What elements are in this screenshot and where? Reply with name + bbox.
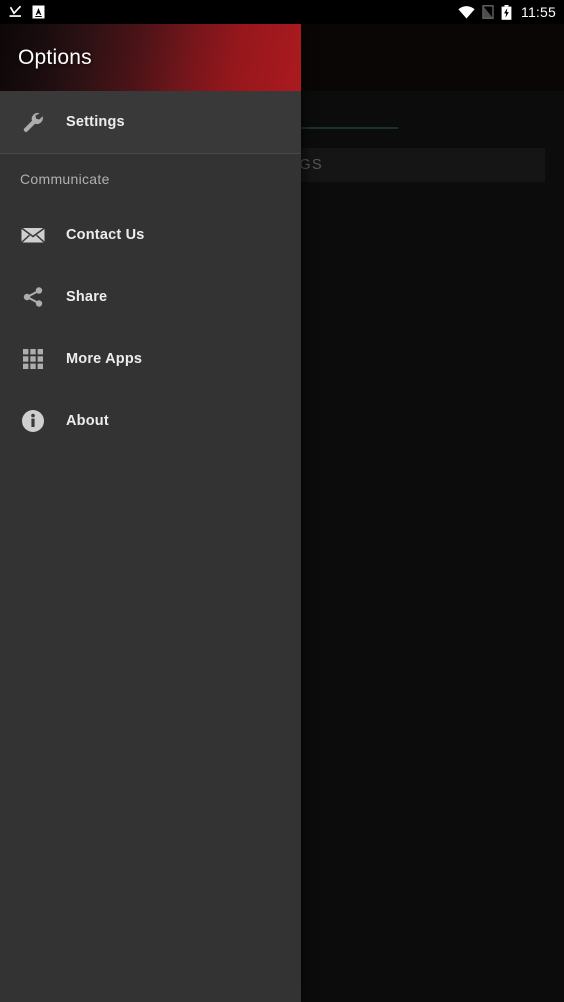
- drawer-item-settings-label: Settings: [66, 114, 125, 130]
- status-bar-left-icons: [8, 0, 45, 24]
- android-screen: 11:55 R TO PROCEED SETTINGS Options Sett…: [0, 0, 564, 1002]
- download-complete-icon: [8, 5, 23, 20]
- drawer-item-more-apps[interactable]: More Apps: [0, 328, 301, 390]
- no-sim-icon: [482, 5, 494, 19]
- drawer-item-about[interactable]: About: [0, 390, 301, 452]
- drawer-header: Options: [0, 24, 301, 91]
- drawer-title: Options: [18, 45, 92, 69]
- battery-charging-icon: [501, 4, 512, 20]
- navigation-drawer: Options Settings Communicate Contact Us …: [0, 24, 301, 1002]
- drawer-section-label: Communicate: [20, 171, 110, 187]
- drawer-item-about-label: About: [66, 413, 109, 429]
- drawer-item-share[interactable]: Share: [0, 266, 301, 328]
- drawer-item-contact-us-label: Contact Us: [66, 227, 145, 243]
- drawer-section-communicate: Communicate: [0, 154, 301, 204]
- share-icon: [0, 284, 66, 310]
- wrench-icon: [0, 109, 66, 135]
- app-badge-a-icon: [32, 5, 45, 19]
- drawer-item-contact-us[interactable]: Contact Us: [0, 204, 301, 266]
- info-circle-icon: [0, 408, 66, 434]
- status-bar-clock: 11:55: [521, 4, 556, 20]
- drawer-item-share-label: Share: [66, 289, 108, 305]
- wifi-icon: [458, 5, 475, 19]
- drawer-item-settings[interactable]: Settings: [0, 91, 301, 153]
- status-bar-right-icons: 11:55: [458, 0, 556, 24]
- envelope-icon: [0, 222, 66, 248]
- drawer-item-more-apps-label: More Apps: [66, 351, 143, 367]
- apps-grid-icon: [0, 346, 66, 372]
- status-bar: 11:55: [0, 0, 564, 24]
